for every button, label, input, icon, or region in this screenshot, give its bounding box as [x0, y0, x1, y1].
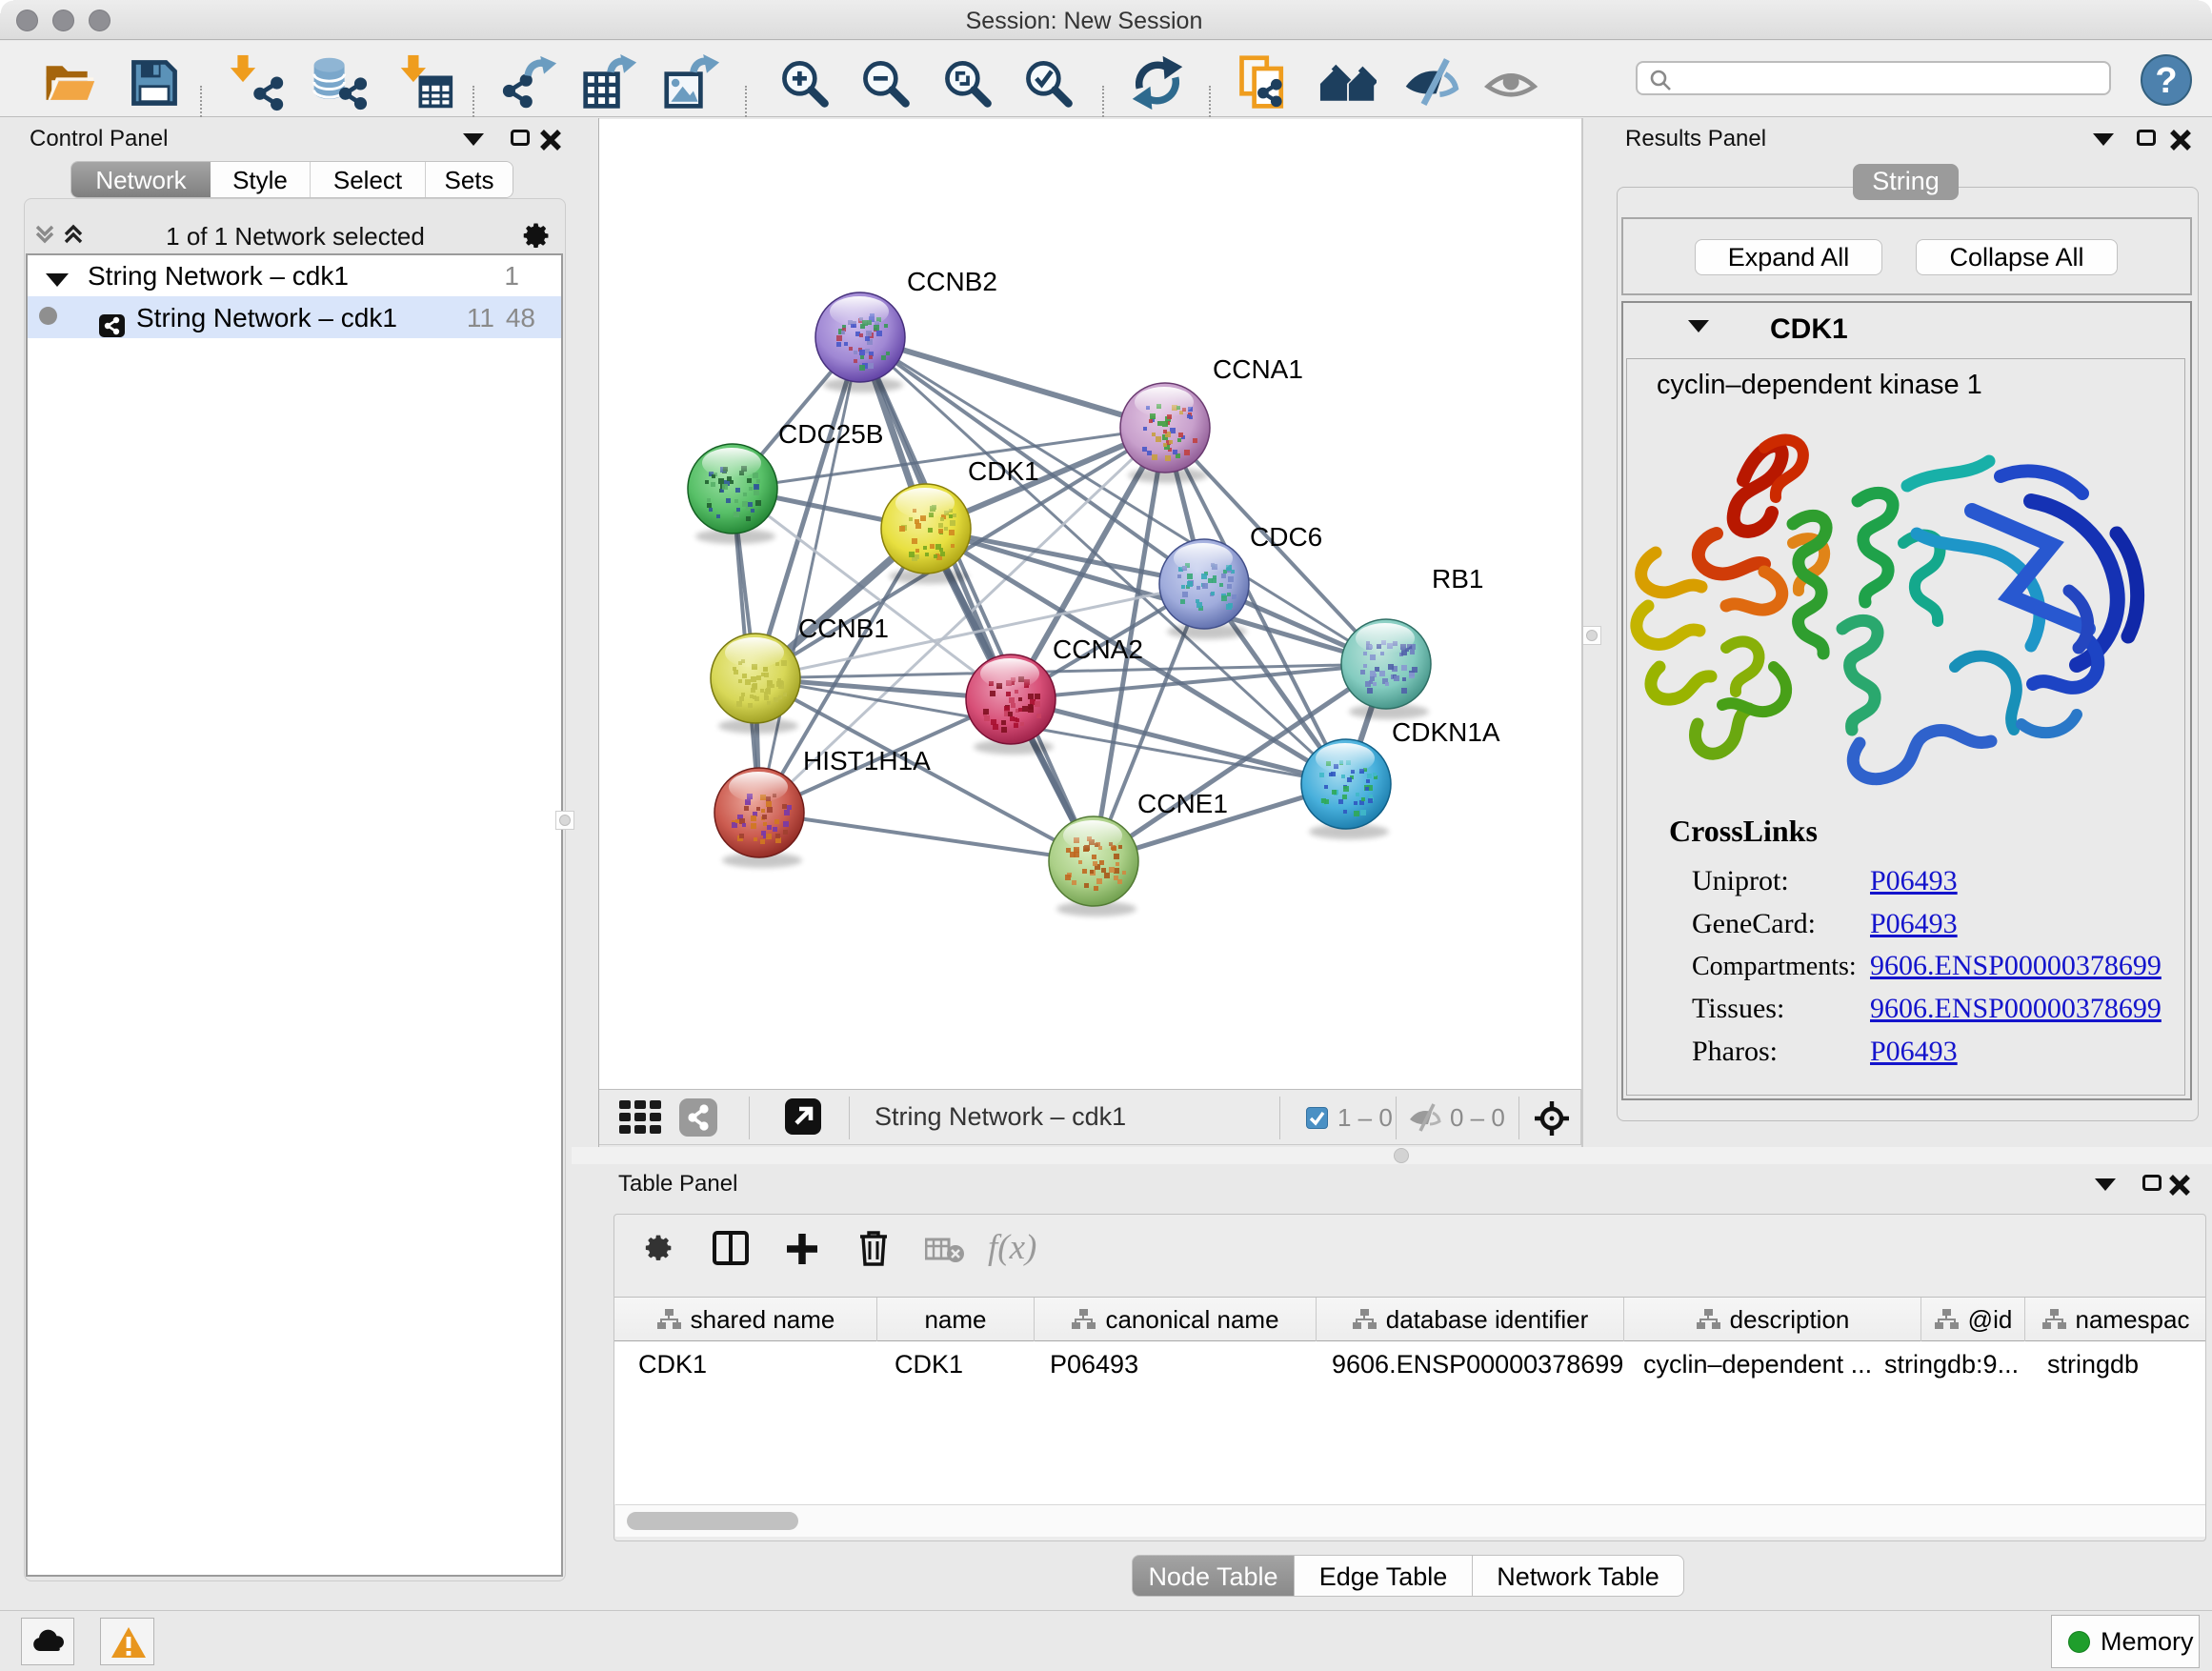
- svg-text:CCNA2: CCNA2: [1053, 634, 1143, 664]
- svg-text:CCNB1: CCNB1: [798, 614, 889, 643]
- svg-text:CCNE1: CCNE1: [1137, 789, 1228, 818]
- svg-text:RB1: RB1: [1432, 564, 1483, 594]
- svg-text:CDC6: CDC6: [1250, 522, 1322, 552]
- svg-text:HIST1H1A: HIST1H1A: [803, 746, 931, 775]
- svg-text:CDC25B: CDC25B: [778, 419, 883, 449]
- svg-text:CDKN1A: CDKN1A: [1392, 717, 1500, 747]
- svg-text:CCNA1: CCNA1: [1213, 354, 1303, 384]
- svg-text:CCNB2: CCNB2: [907, 267, 997, 296]
- svg-text:CDK1: CDK1: [968, 456, 1039, 486]
